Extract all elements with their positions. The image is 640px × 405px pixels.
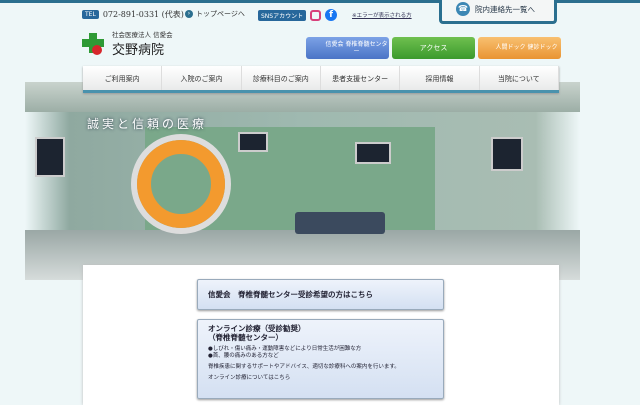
nav-recruit[interactable]: 採用情報 [400,66,480,90]
instagram-icon[interactable] [310,9,322,21]
logo-subtitle: 社会医療法人 信愛会 [112,31,173,39]
facebook-icon[interactable]: f [325,9,338,21]
online-link[interactable]: オンライン診療についてはこちら [208,375,433,382]
logo-title: 交野病院 [112,43,165,58]
spine-center-banner[interactable]: 信愛会 脊椎脊髄センター [306,37,389,59]
operating-table [295,212,385,234]
bullet-1: ●しびれ・傷い痛み・運動障害などにより日常生活が困難な方 [208,346,362,352]
checkup-banner[interactable]: 人間ドック 健診ドック [478,37,561,59]
nav-patient-support[interactable]: 患者支援センター [321,66,401,90]
spine-center-link[interactable]: 信愛会 脊椎脊髄センター受診希望の方はこちら [197,279,444,310]
online-subtitle: （脊椎脊髄センター） [208,333,283,342]
access-banner[interactable]: アクセス [392,37,475,59]
error-help-link[interactable]: ※エラーが表示される方 [352,11,412,19]
banner-links: 信愛会 脊椎脊髄センター アクセス 人間ドック 健診ドック [306,37,561,59]
c-arm-machine [137,140,225,228]
phone-icon: ☎ [456,2,470,16]
online-title: オンライン診療（受診勧奨） [208,324,306,333]
tel-text: 072-891-0331 (代表) [102,10,184,19]
nav-departments[interactable]: 診療科目のご案内 [242,66,321,90]
top-link-label: トップページへ [196,10,245,18]
logo-cross-icon [82,32,104,55]
nav-admission[interactable]: 入院のご案内 [162,66,242,90]
hospital-logo[interactable]: 社会医療法人 信愛会交野病院 [82,29,173,58]
nav-about[interactable]: 当院について [480,66,559,90]
phone-number: TEL 072-891-0331 (代表) [82,9,184,20]
arrow-icon: › [185,10,193,18]
top-page-link[interactable]: › トップページへ [185,9,245,19]
nav-guide[interactable]: ご利用案内 [83,66,163,90]
online-consult-box[interactable]: オンライン診療（受診勧奨） （脊椎脊髄センター） ●しびれ・傷い痛み・運動障害な… [197,319,444,399]
contact-label: 院内連絡先一覧へ [475,4,535,14]
sns-tag: SNSアカウント [258,9,307,21]
tel-tag: TEL [82,10,99,19]
hero-image: 誠実と信頼の医療 [25,82,580,280]
main-nav: ご利用案内 入院のご案内 診療科目のご案内 患者支援センター 採用情報 当院につ… [83,66,559,93]
bullet-2: ●首、腰の痛みのある方など [208,353,279,359]
online-description: 脊椎疾患に関するサポートやアドバイス、適切な診療科への案内を行います。 [208,364,400,370]
contact-list-button[interactable]: ☎ 院内連絡先一覧へ [439,0,557,24]
hero-motto: 誠実と信頼の医療 [87,117,208,131]
sns-accounts: SNSアカウント f [258,9,338,21]
